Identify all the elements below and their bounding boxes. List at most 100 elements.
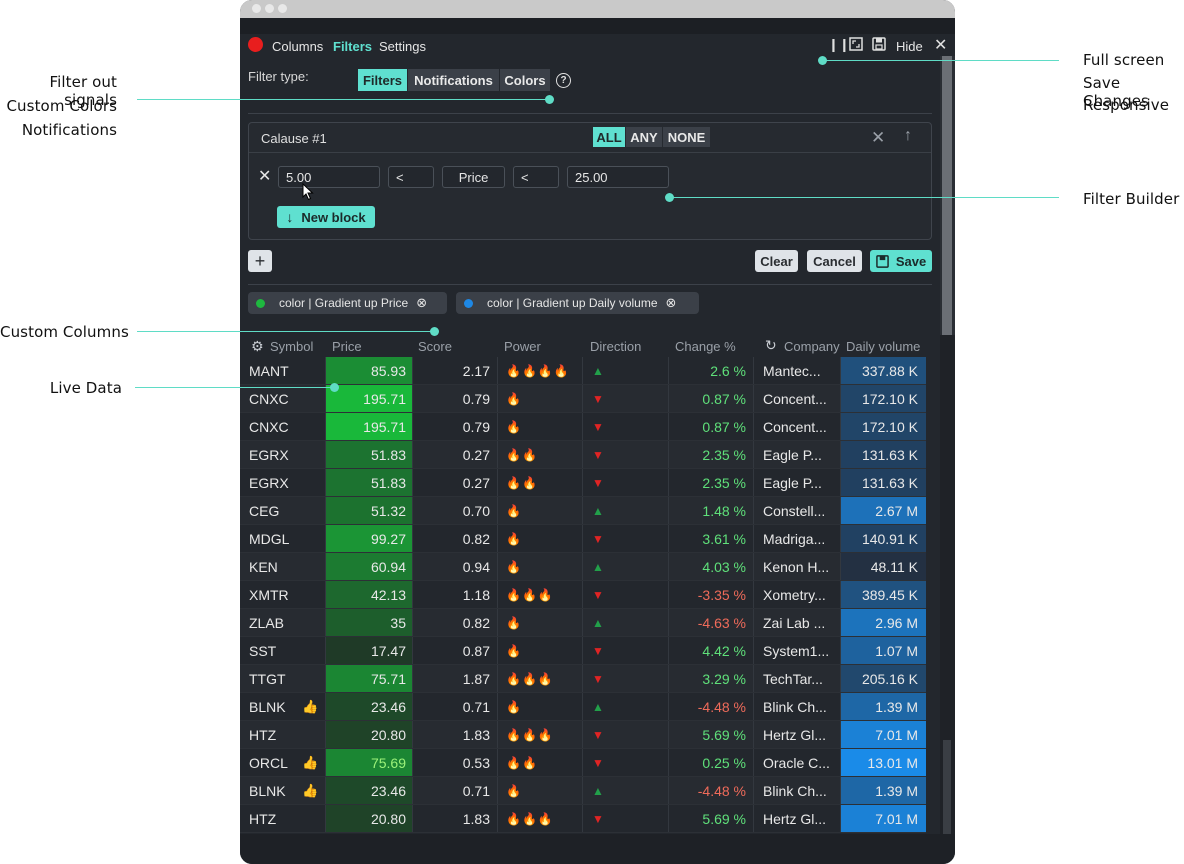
cell-score: 0.79 [462, 418, 490, 435]
annotation-responsive: Responsive [1083, 96, 1170, 114]
fire-icon: 🔥 [537, 587, 554, 602]
table-row[interactable]: HTZ 20.80 1.83 🔥 🔥 🔥 ▼ 5.69 % Hertz Gl... 7.01 M [240, 721, 926, 749]
window-close-dot[interactable] [252, 4, 261, 13]
symbol-text: CNXC [249, 418, 289, 435]
column-separator [325, 805, 326, 832]
window-minimize-dot[interactable] [265, 4, 274, 13]
color-tag-volume[interactable]: color | Gradient up Daily volume ⊗ [456, 292, 699, 314]
cell-direction: ▼ [592, 665, 622, 692]
column-header-direction[interactable]: Direction [590, 339, 641, 354]
table-row[interactable]: ORCL 👍 75.69 0.53 🔥 🔥 ▼ 0.25 % Oracle C... 13.01 … [240, 749, 926, 777]
column-separator [668, 553, 669, 580]
table-row[interactable]: CNXC 195.71 0.79 🔥 ▼ 0.87 % Concent... 172.10 K [240, 413, 926, 441]
table-row[interactable]: KEN 60.94 0.94 🔥 ▲ 4.03 % Kenon H... 48.11 K [240, 553, 926, 581]
record-dot-icon[interactable] [248, 37, 263, 52]
column-header-daily-volume[interactable]: Daily volume [846, 339, 928, 354]
fullscreen-icon[interactable] [849, 37, 863, 54]
filter-type-notifications[interactable]: Notifications [408, 69, 499, 91]
table-row[interactable]: TTGT 75.71 1.87 🔥 🔥 🔥 ▼ 3.29 % TechTar... 205.16 … [240, 665, 926, 693]
field-select[interactable]: Price [442, 166, 505, 188]
table-row[interactable]: MDGL 99.27 0.82 🔥 ▼ 3.61 % Madriga... 140.91 K [240, 525, 926, 553]
column-header-score[interactable]: Score [418, 339, 452, 354]
clause-mode-none[interactable]: NONE [663, 127, 710, 147]
cell-direction: ▼ [592, 469, 622, 496]
column-separator [582, 721, 583, 748]
cell-change: 3.61 % [702, 530, 746, 547]
table-row[interactable]: CEG 51.32 0.70 🔥 ▲ 1.48 % Constell... 2.67 M [240, 497, 926, 525]
cell-company: TechTar... [763, 670, 823, 687]
clause-mode-all[interactable]: ALL [593, 127, 625, 147]
color-tag-price[interactable]: color | Gradient up Price ⊗ [248, 292, 447, 314]
symbol-text: XMTR [249, 586, 289, 603]
cell-price: 51.32 [326, 497, 412, 524]
column-header-company[interactable]: Company [784, 339, 840, 354]
pause-icon[interactable]: ❙❙ [828, 37, 850, 53]
refresh-icon[interactable]: ↻ [765, 337, 777, 354]
table-row[interactable]: BLNK 👍 23.46 0.71 🔥 ▲ -4.48 % Blink Ch... 1.39 M [240, 693, 926, 721]
min-value-input[interactable]: 5.00 [278, 166, 380, 188]
table-row[interactable]: EGRX 51.83 0.27 🔥 🔥 ▼ 2.35 % Eagle P... 131.63 K [240, 441, 926, 469]
direction-down-icon: ▼ [592, 447, 604, 462]
operator-2-select[interactable]: < [513, 166, 559, 188]
column-separator [840, 581, 841, 608]
remove-tag-icon[interactable]: ⊗ [416, 295, 427, 311]
cell-company: Concent... [763, 390, 827, 407]
help-icon[interactable]: ? [556, 73, 571, 88]
annotation-notifications: Notifications [21, 121, 117, 139]
table-row[interactable]: MANT 85.93 2.17 🔥 🔥 🔥 🔥 ▲ 2.6 % Mantec... 337.88 K [240, 357, 926, 385]
cell-score: 1.83 [462, 726, 490, 743]
fire-icon: 🔥 [506, 587, 522, 602]
table-row[interactable]: XMTR 42.13 1.18 🔥 🔥 🔥 ▼ -3.35 % Xometry... 389.45… [240, 581, 926, 609]
column-separator [840, 357, 841, 384]
remove-condition-icon[interactable]: ✕ [258, 166, 271, 186]
column-header-price[interactable]: Price [332, 339, 362, 354]
table-row[interactable]: CNXC 195.71 0.79 🔥 ▼ 0.87 % Concent... 172.10 K [240, 385, 926, 413]
cell-power: 🔥 [506, 777, 582, 804]
cell-power: 🔥 🔥 🔥 [506, 721, 582, 748]
cancel-button[interactable]: Cancel [807, 250, 862, 272]
filter-type-colors[interactable]: Colors [500, 69, 550, 91]
fire-icon: 🔥 [506, 531, 522, 546]
clear-button[interactable]: Clear [755, 250, 798, 272]
table-row[interactable]: HTZ 20.80 1.83 🔥 🔥 🔥 ▼ 5.69 % Hertz Gl... 7.01 M [240, 805, 926, 833]
table-row[interactable]: BLNK 👍 23.46 0.71 🔥 ▲ -4.48 % Blink Ch... 1.39 M [240, 777, 926, 805]
table-row[interactable]: ZLAB 35 0.82 🔥 ▲ -4.63 % Zai Lab ... 2.96 M [240, 609, 926, 637]
column-separator [497, 385, 498, 412]
operator-1-select[interactable]: < [388, 166, 434, 188]
fire-icon: 🔥 [506, 783, 522, 798]
direction-down-icon: ▼ [592, 391, 604, 406]
remove-tag-icon[interactable]: ⊗ [666, 295, 677, 311]
arrow-up-icon[interactable]: ↑ [904, 127, 912, 145]
column-header-change[interactable]: Change % [675, 339, 736, 354]
gear-icon[interactable]: ⚙ [251, 338, 264, 355]
mouse-cursor-icon [302, 183, 314, 201]
table-scrollbar-thumb[interactable] [943, 740, 951, 834]
filter-type-filters[interactable]: Filters [358, 69, 407, 91]
tab-filters[interactable]: Filters [333, 39, 372, 54]
add-clause-button[interactable]: + [248, 250, 272, 272]
tab-columns[interactable]: Columns [272, 39, 323, 54]
save-button[interactable]: Save [870, 250, 932, 272]
column-header-power[interactable]: Power [504, 339, 541, 354]
table-row[interactable]: SST 17.47 0.87 🔥 ▼ 4.42 % System1... 1.07 M [240, 637, 926, 665]
hide-button[interactable]: Hide [896, 39, 923, 54]
new-block-button[interactable]: ↓ New block [277, 206, 375, 228]
tab-settings[interactable]: Settings [379, 39, 426, 54]
table-row[interactable]: EGRX 51.83 0.27 🔥 🔥 ▼ 2.35 % Eagle P... 131.63 K [240, 469, 926, 497]
fire-icon: 🔥 [506, 699, 522, 714]
remove-clause-icon[interactable]: ✕ [871, 128, 885, 148]
close-icon[interactable]: ✕ [934, 35, 947, 55]
symbol-text: EGRX [249, 474, 289, 491]
cell-change: 2.35 % [702, 474, 746, 491]
column-header-symbol[interactable]: Symbol [270, 339, 313, 354]
save-icon[interactable] [872, 37, 886, 54]
cell-power: 🔥 🔥 [506, 469, 582, 496]
color-dot [464, 298, 473, 308]
cell-direction: ▲ [592, 609, 622, 636]
clause-mode-any[interactable]: ANY [626, 127, 662, 147]
max-value-input[interactable]: 25.00 [567, 166, 669, 188]
cell-price: 42.13 [326, 581, 412, 608]
fire-icon: 🔥 [521, 671, 538, 686]
cell-score: 1.87 [462, 670, 490, 687]
window-zoom-dot[interactable] [278, 4, 287, 13]
